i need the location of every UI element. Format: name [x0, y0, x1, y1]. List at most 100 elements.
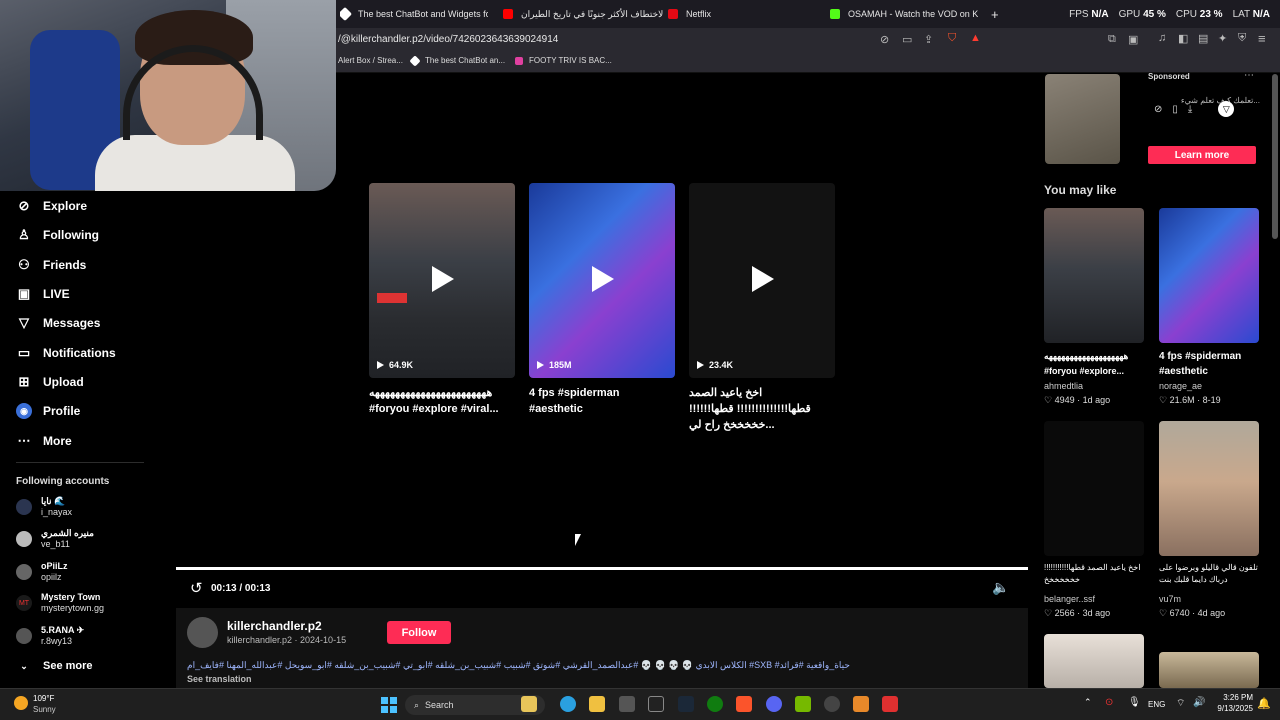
recommended-username[interactable]: belanger..ssf: [1044, 594, 1095, 604]
windows-start-icon[interactable]: [381, 697, 397, 713]
sponsored-thumbnail[interactable]: [1045, 74, 1120, 164]
follow-button[interactable]: Follow: [387, 621, 451, 644]
music-icon[interactable]: ♫: [1158, 32, 1166, 44]
block-icon[interactable]: ⊘: [1154, 104, 1162, 115]
xbox-icon[interactable]: [707, 696, 723, 712]
weather-temp[interactable]: 109°F: [33, 694, 54, 703]
speaker-icon[interactable]: 🔊: [1193, 697, 1205, 708]
wallet-icon[interactable]: ▣: [1128, 33, 1138, 46]
microphone-icon[interactable]: 🎙: [1128, 697, 1141, 708]
taskbar-app-2-icon[interactable]: [853, 696, 869, 712]
nav-explore[interactable]: ⊘ Explore: [16, 198, 87, 214]
tray-app-icon[interactable]: ⊙: [1105, 697, 1113, 708]
new-tab-button[interactable]: +: [991, 4, 999, 24]
browser-tab[interactable]: The best ChatBot and Widgets for Ki: [340, 4, 488, 24]
avatar: [16, 628, 32, 644]
browser-tab[interactable]: الاختطاف الأكثر جنونًا في تاريخ الطيران: [503, 4, 663, 24]
video-info-panel: killerchandler.p2 killerchandler.p2 · 20…: [176, 608, 1028, 688]
recommended-username[interactable]: norage_ae: [1159, 381, 1202, 391]
extensions-icon[interactable]: ⧉: [1108, 33, 1116, 46]
clock-time[interactable]: 3:26 PM: [1213, 693, 1253, 702]
video-progress-bar[interactable]: [176, 567, 1028, 570]
nav-live[interactable]: ▣ LIVE: [16, 286, 70, 302]
recommended-caption[interactable]: اخخ ياعيد الصمد قطها!!!!!!!!!!!خخخخخخخ: [1044, 562, 1154, 586]
following-account[interactable]: MT Mystery Town mysterytown.gg: [16, 592, 104, 614]
nav-following[interactable]: ♙ Following: [16, 227, 99, 243]
bookmark-item[interactable]: FOOTY TRIV IS BAC...: [515, 56, 612, 65]
brave-rewards-icon[interactable]: ▲: [970, 32, 981, 44]
more-options-icon[interactable]: ⋯: [1244, 70, 1254, 81]
store-icon[interactable]: [619, 696, 635, 712]
recommended-video-card[interactable]: [1159, 652, 1259, 688]
share-icon[interactable]: ⇪: [924, 33, 933, 46]
volume-icon[interactable]: 🔈: [992, 579, 1009, 596]
recommended-username[interactable]: ahmedtlia: [1044, 381, 1083, 391]
author-username[interactable]: killerchandler.p2: [227, 619, 322, 633]
recommended-caption[interactable]: تلفون قالي قاليلو وبرضوا على درباك دايما…: [1159, 562, 1269, 586]
recommended-username[interactable]: vu7m: [1159, 594, 1181, 604]
see-translation-link[interactable]: See translation: [187, 674, 252, 684]
nvidia-icon[interactable]: [795, 696, 811, 712]
brave-browser-icon[interactable]: [736, 696, 752, 712]
recommended-video-card[interactable]: [1159, 208, 1259, 343]
terminal-icon[interactable]: [648, 696, 664, 712]
video-caption[interactable]: اخخ ياعيد الصمد قطها!!!!!!!!!!!!!! قطها!…: [689, 385, 835, 433]
wifi-icon[interactable]: ⌔: [1176, 697, 1185, 710]
video-caption[interactable]: 4 fps #spiderman #aesthetic: [529, 385, 675, 417]
brave-icon[interactable]: ▽: [1218, 101, 1235, 117]
notification-bell-icon[interactable]: 🔔: [1257, 697, 1271, 710]
lat-stat: LAT N/A: [1232, 9, 1270, 20]
recommended-caption[interactable]: 4 fps #spiderman #aesthetic: [1159, 349, 1269, 379]
following-account[interactable]: 5.RANA ✈ r.8wy13: [16, 625, 84, 647]
following-account[interactable]: منيره الشمري ve_b11: [16, 528, 94, 550]
recommended-caption[interactable]: هههههههههههههههههههه #foryou #explore...: [1044, 349, 1154, 379]
nav-messages[interactable]: ▽ Messages: [16, 315, 100, 331]
video-card[interactable]: 185M: [529, 183, 675, 378]
video-card[interactable]: 23.4K: [689, 183, 835, 378]
avatar[interactable]: [187, 617, 218, 648]
nav-profile[interactable]: ◉ Profile: [16, 403, 80, 419]
camera-off-icon[interactable]: ⊘: [880, 33, 889, 46]
bookmark-item[interactable]: The best ChatBot an...: [409, 54, 505, 67]
brave-shield-icon[interactable]: ⛉: [948, 32, 956, 45]
file-explorer-icon[interactable]: [589, 696, 605, 712]
recommended-video-card[interactable]: [1044, 421, 1144, 556]
sidebar-icon[interactable]: ◧: [1178, 32, 1188, 45]
taskbar-app-3-icon[interactable]: [882, 696, 898, 712]
leo-ai-icon[interactable]: ✦: [1218, 32, 1227, 45]
steam-icon[interactable]: [678, 696, 694, 712]
tray-overflow-icon[interactable]: ⌃: [1084, 697, 1092, 708]
video-card[interactable]: 64.9K: [369, 183, 515, 378]
page-scrollbar[interactable]: [1272, 74, 1278, 239]
video-caption[interactable]: هههههههههههههههههههههههه #foryou #explor…: [369, 385, 515, 417]
clock-date[interactable]: 9/13/2025: [1208, 704, 1253, 713]
browser-tab[interactable]: OSAMAH - Watch the VOD on Kick: [830, 4, 978, 24]
download-icon[interactable]: ⤓: [1188, 104, 1192, 115]
bookmark-item[interactable]: Alert Box / Strea...: [338, 56, 403, 65]
recommended-video-card[interactable]: [1044, 634, 1144, 688]
edge-icon[interactable]: [560, 696, 576, 712]
settings-gear-icon[interactable]: [824, 696, 840, 712]
nav-upload[interactable]: ⊞ Upload: [16, 374, 84, 390]
recommended-video-card[interactable]: [1159, 421, 1259, 556]
discord-icon[interactable]: [766, 696, 782, 712]
nav-notifications[interactable]: ▭ Notifications: [16, 345, 116, 361]
replay-icon[interactable]: ↺: [190, 579, 203, 597]
learn-more-button[interactable]: Learn more: [1148, 146, 1256, 164]
browser-tab[interactable]: Netflix: [668, 4, 818, 24]
menu-icon[interactable]: ≡: [1258, 31, 1266, 46]
following-account[interactable]: نايا 🌊 i_nayax: [16, 496, 72, 518]
language-indicator[interactable]: ENG: [1148, 700, 1165, 709]
wallet-2-icon[interactable]: ▤: [1198, 32, 1208, 45]
see-more-button[interactable]: ⌄ See more: [16, 658, 92, 674]
vpn-icon[interactable]: ⛨: [1238, 32, 1246, 45]
avatar: [16, 531, 32, 547]
recommended-video-card[interactable]: [1044, 208, 1144, 343]
mobile-icon[interactable]: ▯: [1172, 104, 1178, 115]
taskbar-app-icon[interactable]: [521, 696, 537, 712]
nav-friends[interactable]: ⚇ Friends: [16, 257, 86, 273]
screen-icon[interactable]: ▭: [902, 33, 912, 46]
following-account[interactable]: oPiiLz opiilz: [16, 561, 68, 583]
url-input[interactable]: /@killerchandler.p2/video/74260236436390…: [338, 34, 558, 45]
nav-more[interactable]: ⋯ More: [16, 433, 72, 449]
